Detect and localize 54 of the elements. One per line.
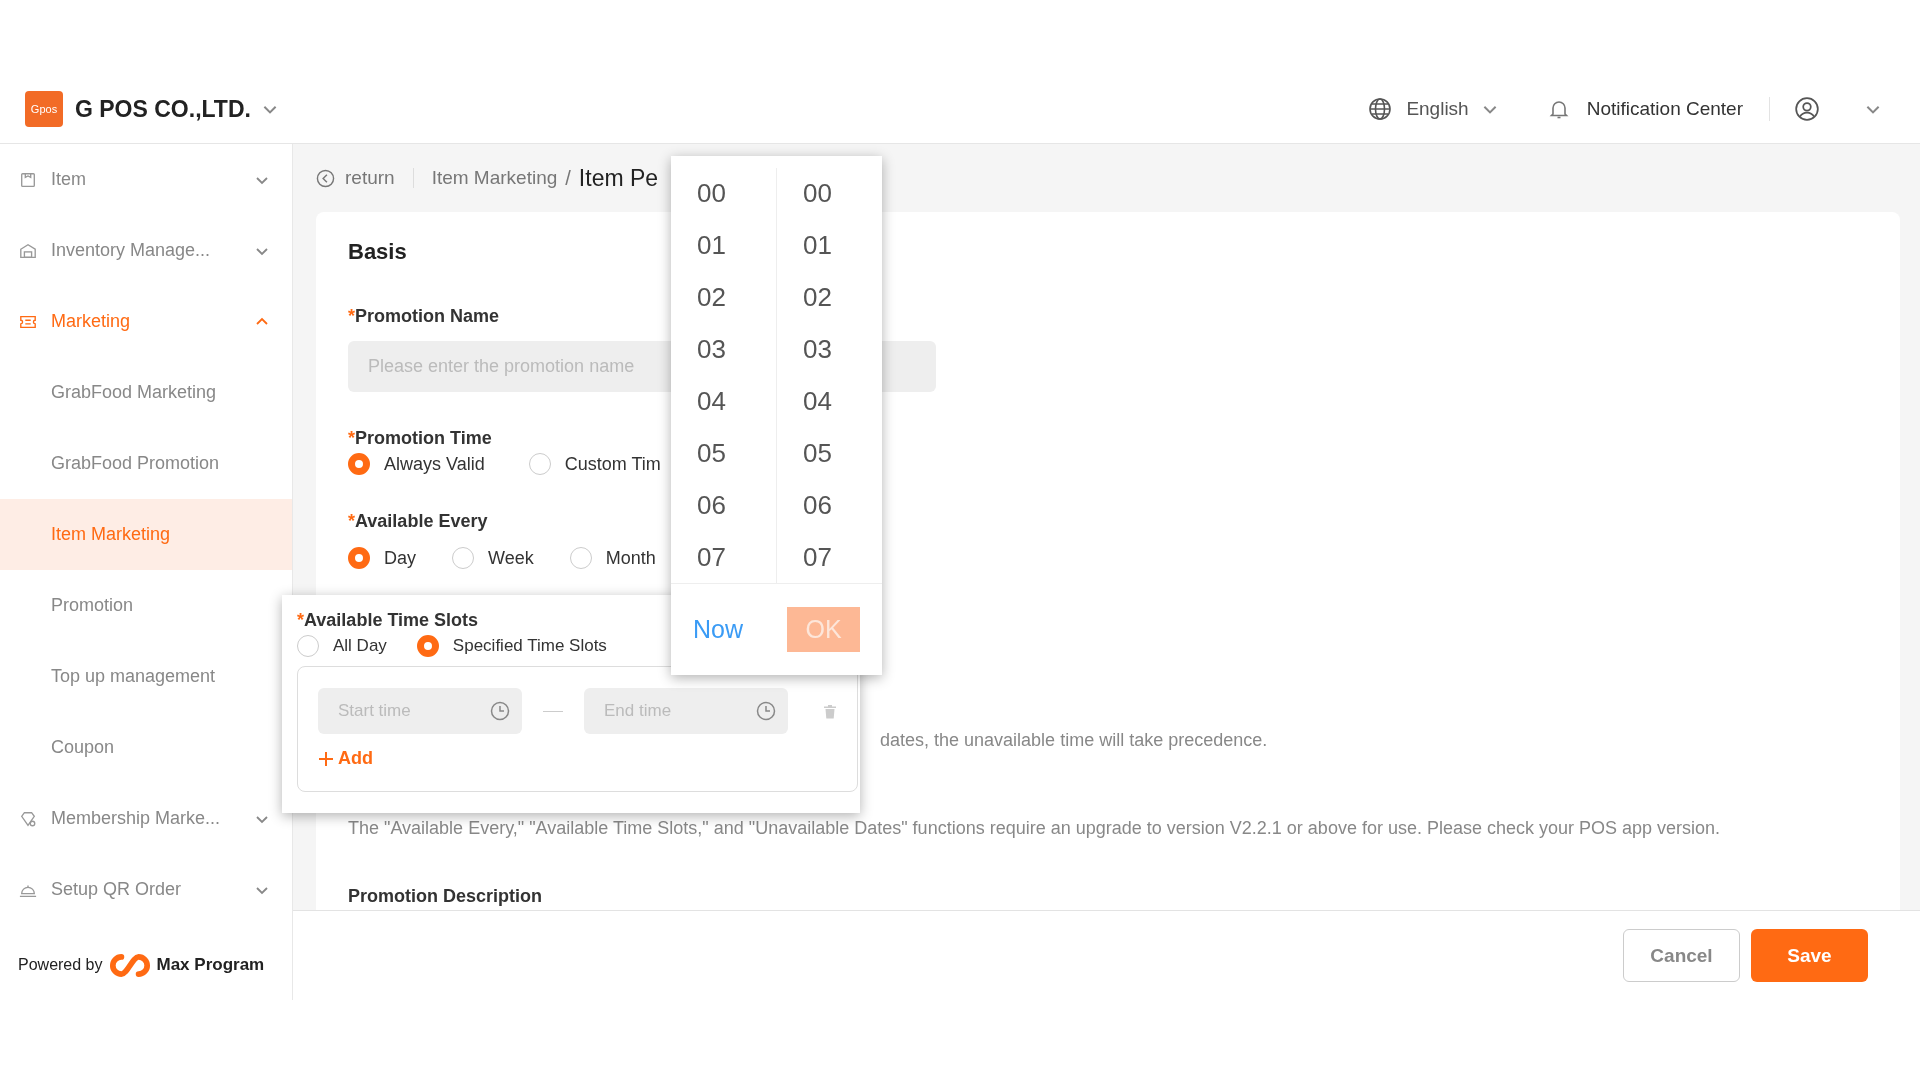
infinity-logo-icon (108, 952, 151, 978)
sidebar-group[interactable]: Membership Marke... (0, 783, 292, 854)
minute-option[interactable]: 06 (777, 479, 882, 532)
back-icon[interactable] (316, 168, 335, 188)
radio-option[interactable]: Day (348, 547, 416, 569)
sidebar-item[interactable]: GrabFood Marketing (0, 357, 292, 428)
minute-option[interactable]: 07 (777, 531, 882, 583)
minute-option[interactable]: 01 (777, 219, 882, 272)
company-logo: Gpos (25, 91, 63, 127)
cancel-button[interactable]: Cancel (1623, 929, 1740, 982)
hour-option[interactable]: 05 (671, 427, 776, 480)
section-title: Basis (348, 238, 407, 266)
clock-icon (490, 701, 510, 721)
sidebar-group[interactable]: Setup QR Order (0, 854, 292, 925)
sidebar-group[interactable]: Item (0, 144, 292, 215)
radio-option[interactable]: Specified Time Slots (416, 635, 607, 657)
radio-option[interactable]: Month (569, 547, 656, 569)
clock-icon (756, 701, 776, 721)
breadcrumb-link[interactable]: Item Marketing (431, 167, 558, 189)
sidebar-group[interactable]: Inventory Manage... (0, 215, 292, 286)
page-title: Item Pe (578, 164, 659, 192)
minute-option[interactable]: 02 (777, 271, 882, 324)
radio-option[interactable]: Week (452, 547, 534, 569)
warehouse-icon (19, 241, 37, 260)
plus-icon (318, 750, 334, 767)
radio-option[interactable]: Custom Tim (528, 453, 661, 475)
field-label: *Promotion Name (348, 305, 500, 327)
powered-by-label: Powered by (18, 956, 103, 974)
breadcrumb-separator: / (565, 166, 571, 190)
radio-option[interactable]: Always Valid (348, 453, 485, 475)
diamond-icon (19, 809, 37, 828)
company-name[interactable]: G POS CO.,LTD. (75, 95, 251, 123)
globe-icon[interactable] (1368, 97, 1393, 121)
hour-option[interactable]: 01 (671, 219, 776, 272)
sidebar-item[interactable]: GrabFood Promotion (0, 428, 292, 499)
hour-option[interactable]: 06 (671, 479, 776, 532)
info-note: dates, the unavailable time will take precedence. (880, 729, 1269, 751)
notification-center-link[interactable]: Notification Center (1586, 98, 1743, 120)
field-label: *Available Time Slots (297, 609, 479, 631)
field-label: Promotion Description (348, 886, 542, 907)
hour-option[interactable]: 07 (671, 531, 776, 583)
hour-option[interactable]: 02 (671, 271, 776, 324)
minute-option[interactable]: 00 (777, 168, 882, 220)
return-link[interactable]: return (345, 167, 395, 189)
language-selector[interactable]: English (1406, 98, 1469, 120)
minute-option[interactable]: 05 (777, 427, 882, 480)
box-icon (19, 170, 37, 189)
field-label: *Promotion Time (348, 427, 492, 449)
field-label: *Available Every (348, 510, 488, 532)
hour-option[interactable]: 00 (671, 168, 776, 220)
radio-option[interactable]: All Day (297, 635, 387, 657)
info-note: The "Available Every," "Available Time Slots," and "Unavailable Dates" functions require an upgrade to version V2.2.1 or above for use. Please check your POS app version. (348, 817, 1722, 839)
user-avatar-icon[interactable] (1794, 96, 1820, 122)
brand-name: Max Program (156, 955, 265, 975)
